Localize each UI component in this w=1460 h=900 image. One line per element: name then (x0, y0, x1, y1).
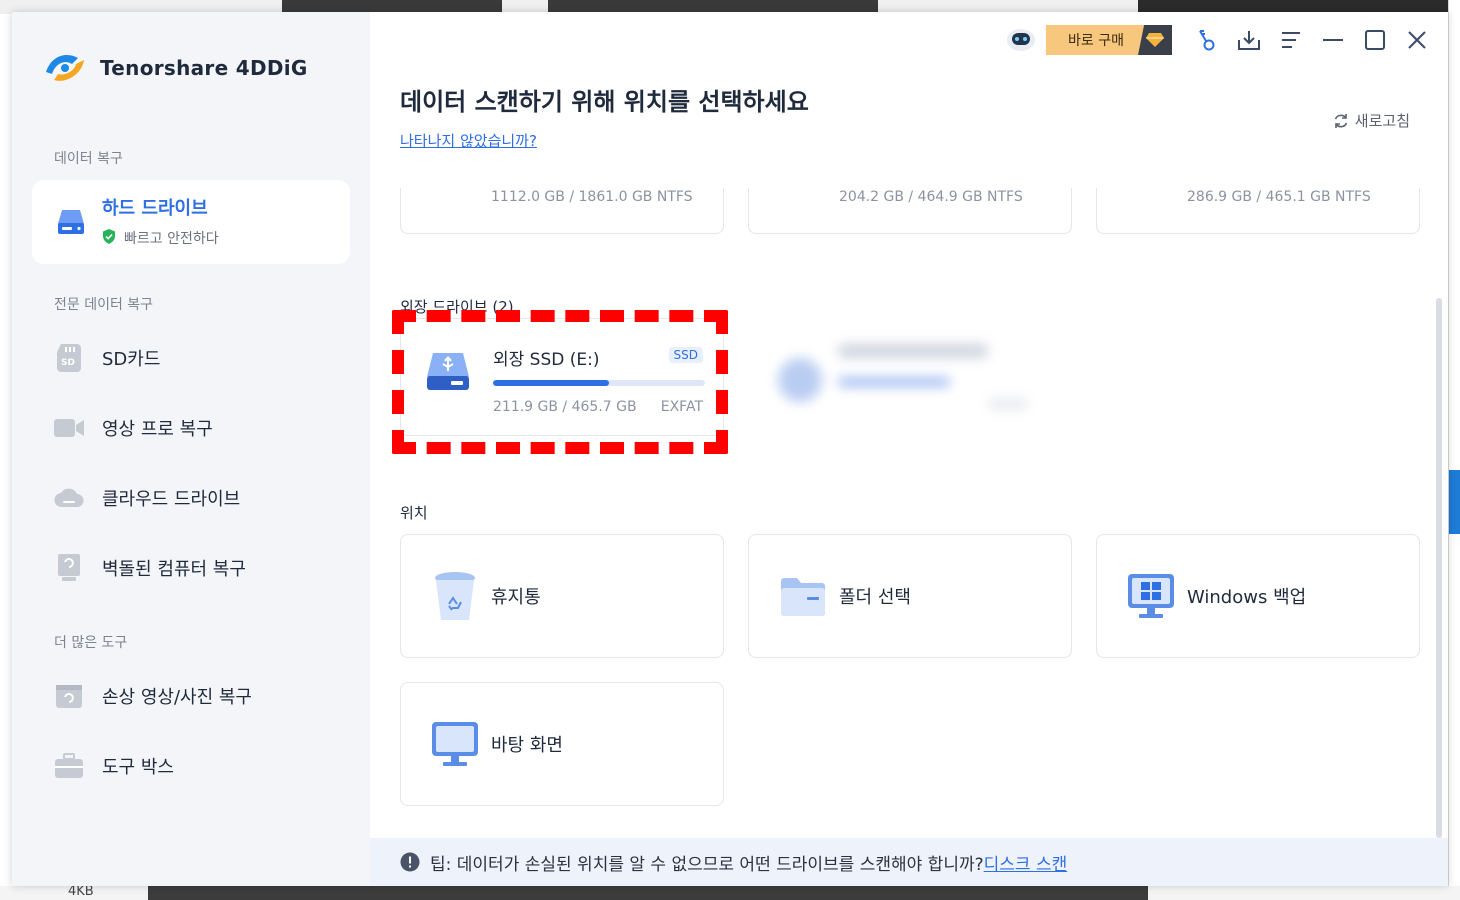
drive-filesystem: EXFAT (660, 399, 703, 415)
sidebar: Tenorshare 4DDiG 데이터 복구 하드 드라이브 빠르고 안전하다… (12, 12, 370, 886)
svg-text:SD: SD (61, 358, 75, 368)
drive-name: 외장 SSD (E:) (493, 350, 600, 370)
refresh-icon (1334, 113, 1348, 128)
desktop-icon (425, 720, 485, 768)
assistant-bot-icon[interactable] (1000, 22, 1042, 58)
key-icon[interactable] (1186, 22, 1228, 58)
drive-card[interactable]: 204.2 GB / 464.9 GB NTFS (748, 188, 1072, 234)
page-title: 데이터 스캔하기 위해 위치를 선택하세요 (400, 88, 809, 116)
title-bar: 바로 구매 (1000, 22, 1438, 58)
drive-list-scroll-area[interactable]: 1112.0 GB / 1861.0 GB NTFS 204.2 GB / 46… (370, 188, 1448, 838)
location-label: 폴더 선택 (839, 587, 911, 608)
section-label-more-tools: 더 많은 도구 (54, 635, 128, 651)
main-panel: 바로 구매 데이터 스캔하기 위해 위치를 선택하세요 나타나지 않았습니까? … (370, 12, 1448, 886)
sidebar-item-crashed-computer[interactable]: 벽돌된 컴퓨터 복구 (32, 540, 350, 596)
logo-icon (42, 46, 88, 90)
location-label: Windows 백업 (1187, 587, 1307, 608)
external-drives-heading: 외장 드라이브 (2) (400, 298, 514, 316)
background-file-size: 4KB (68, 884, 94, 899)
locations-heading: 위치 (400, 504, 428, 522)
disk-scan-link[interactable]: 디스크 스캔 (984, 855, 1068, 875)
location-desktop[interactable]: 바탕 화면 (400, 682, 724, 806)
folder-icon (773, 575, 833, 617)
drive-card[interactable]: 1112.0 GB / 1861.0 GB NTFS (400, 188, 724, 234)
shield-check-icon (102, 228, 116, 248)
section-label-data-recovery: 데이터 복구 (54, 151, 123, 167)
windows-backup-icon (1121, 572, 1181, 620)
desktop-background-bottom: 4KB (0, 884, 1460, 900)
brand-name: Tenorshare 4DDiG (100, 56, 308, 80)
blurred-text (988, 400, 1028, 408)
location-label: 휴지통 (491, 587, 541, 608)
recycle-bin-icon (425, 568, 485, 624)
sidebar-item-cloud-drive[interactable]: 클라우드 드라이브 (32, 470, 350, 526)
minimize-icon[interactable] (1312, 22, 1354, 58)
sd-card-icon: SD (52, 343, 86, 373)
sidebar-item-label: 클라우드 드라이브 (102, 489, 241, 510)
sidebar-item-hard-drive[interactable]: 하드 드라이브 빠르고 안전하다 (32, 180, 350, 264)
drive-capacity: 211.9 GB / 465.7 GB (493, 399, 637, 415)
external-ssd-card[interactable]: 외장 SSD (E:) SSD 211.9 GB / 465.7 GB EXFA… (400, 318, 724, 436)
sidebar-item-toolbox[interactable]: 도구 박스 (32, 738, 350, 794)
location-label: 바탕 화면 (491, 735, 563, 756)
refresh-label: 새로고침 (1354, 112, 1410, 130)
sidebar-item-label: 영상 프로 복구 (102, 419, 213, 440)
location-select-folder[interactable]: 폴더 선택 (748, 534, 1072, 658)
brand: Tenorshare 4DDiG (42, 46, 308, 90)
background-window-strip (148, 886, 1148, 900)
background-blue-block (1449, 470, 1460, 534)
drive-card[interactable]: 286.9 GB / 465.1 GB NTFS (1096, 188, 1420, 234)
drive-capacity: 204.2 GB / 464.9 GB NTFS (839, 189, 1023, 205)
buy-now-button[interactable]: 바로 구매 (1046, 25, 1180, 55)
download-icon[interactable] (1228, 22, 1270, 58)
video-camera-icon (52, 416, 86, 440)
cloud-icon (52, 486, 86, 510)
buy-now-label: 바로 구매 (1046, 25, 1146, 55)
tip-bar: 팁: 데이터가 손실된 위치를 알 수 없으므로 어떤 드라이브를 스캔해야 합… (370, 838, 1448, 886)
sidebar-item-sd-card[interactable]: SD SD카드 (32, 330, 350, 386)
not-shown-help-link[interactable]: 나타나지 않았습니까? (400, 130, 537, 151)
sidebar-item-label: 손상 영상/사진 복구 (102, 687, 252, 708)
tip-message: 팁: 데이터가 손실된 위치를 알 수 없으므로 어떤 드라이브를 스캔해야 합… (430, 854, 984, 875)
usb-drive-icon (423, 347, 473, 401)
vertical-scrollbar[interactable] (1436, 298, 1442, 838)
toolbox-icon (52, 753, 86, 779)
section-label-pro-recovery: 전문 데이터 복구 (54, 297, 154, 313)
blurred-text (838, 344, 988, 358)
refresh-button[interactable]: 새로고침 (1333, 110, 1410, 131)
location-windows-backup[interactable]: Windows 백업 (1096, 534, 1420, 658)
hard-drive-icon (56, 208, 86, 240)
blurred-bar (838, 378, 950, 386)
location-recycle-bin[interactable]: 휴지통 (400, 534, 724, 658)
maximize-icon[interactable] (1354, 22, 1396, 58)
computer-repair-icon (52, 553, 86, 583)
menu-icon[interactable] (1270, 22, 1312, 58)
info-icon (400, 852, 420, 872)
close-icon[interactable] (1396, 22, 1438, 58)
drive-type-badge: SSD (668, 347, 703, 363)
drive-usage-bar (493, 380, 705, 386)
sidebar-item-label: 하드 드라이브 (102, 198, 208, 219)
sidebar-item-subtitle-text: 빠르고 안전하다 (124, 231, 219, 247)
sidebar-item-label: 도구 박스 (102, 757, 174, 778)
blurred-drive-icon (778, 358, 822, 402)
tip-text: 팁: 데이터가 손실된 위치를 알 수 없으므로 어떤 드라이브를 스캔해야 합… (430, 850, 1067, 875)
sidebar-item-subtitle: 빠르고 안전하다 (102, 228, 219, 248)
background-window-right (1448, 0, 1460, 900)
sidebar-item-video-pro-recovery[interactable]: 영상 프로 복구 (32, 400, 350, 456)
drive-capacity: 286.9 GB / 465.1 GB NTFS (1187, 189, 1371, 205)
media-repair-icon (52, 682, 86, 710)
drive-capacity: 1112.0 GB / 1861.0 GB NTFS (491, 189, 693, 205)
sidebar-item-label: 벽돌된 컴퓨터 복구 (102, 559, 246, 580)
sidebar-item-label: SD카드 (102, 349, 161, 370)
drive-usage-fill (493, 380, 609, 386)
app-window: Tenorshare 4DDiG 데이터 복구 하드 드라이브 빠르고 안전하다… (12, 12, 1448, 886)
sidebar-item-media-repair[interactable]: 손상 영상/사진 복구 (32, 668, 350, 724)
blurred-drive-card[interactable] (748, 318, 1072, 436)
